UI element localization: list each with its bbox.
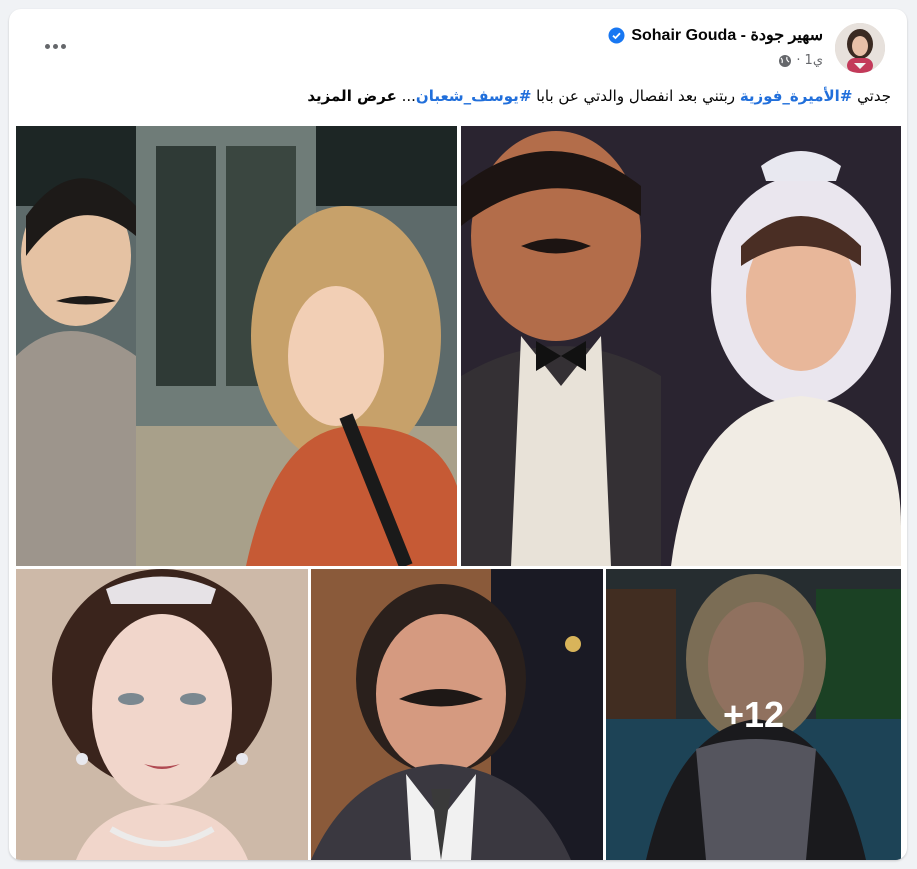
more-photos-overlay: +12 (606, 569, 901, 860)
author-name[interactable]: Sohair Gouda - سهير جودة (631, 25, 823, 45)
photo-man-in-suit[interactable] (311, 569, 603, 860)
more-options-button[interactable] (37, 31, 73, 61)
see-more-link[interactable]: عرض المزيد (307, 87, 396, 105)
post-text: جدتي #الأميرة_فوزية ربتني بعد انفصال وال… (307, 87, 891, 105)
photo-wedding[interactable] (461, 126, 901, 566)
post-timestamp[interactable]: 1ي (805, 53, 823, 68)
hashtag-link[interactable]: #الأميرة_فوزية (740, 87, 853, 105)
avatar[interactable] (835, 23, 885, 73)
globe-icon (779, 54, 792, 67)
verified-badge-icon (608, 27, 625, 43)
photo-more-overlay[interactable]: +12 (606, 569, 901, 860)
more-photos-count: +12 (722, 693, 785, 735)
photo-couple-window[interactable] (16, 126, 457, 566)
more-options-icon (44, 43, 50, 49)
photo-princess-portrait[interactable] (16, 569, 308, 860)
post-card: Sohair Gouda - سهير جودة · 1ي جدتي #الأم… (9, 9, 907, 860)
hashtag-link[interactable]: #يوسف_شعبان (416, 87, 532, 105)
